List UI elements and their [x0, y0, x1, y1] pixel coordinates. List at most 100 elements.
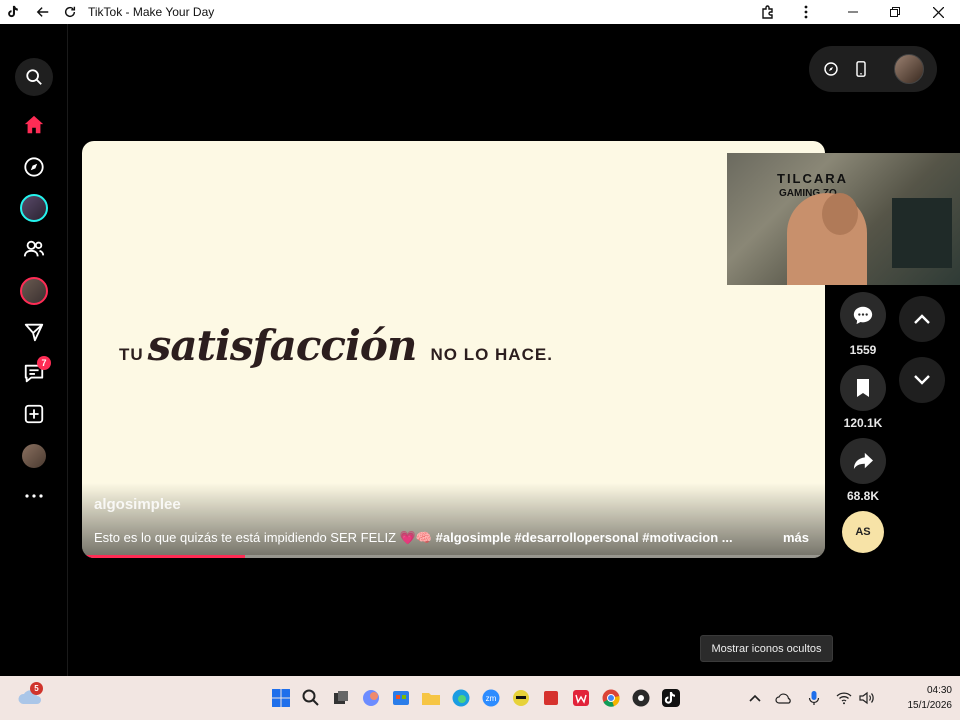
volume-button[interactable]: [855, 686, 879, 710]
microphone-icon: [808, 691, 820, 705]
headline-prefix: TU: [119, 345, 144, 364]
compass-icon: [24, 157, 44, 177]
game-app-icon[interactable]: [511, 688, 531, 708]
music-disc[interactable]: AS: [842, 511, 884, 553]
clock-date: 15/1/2026: [907, 700, 953, 711]
minimize-button[interactable]: [843, 2, 863, 22]
window-titlebar: TikTok - Make Your Day: [0, 0, 960, 24]
sidebar: 7: [0, 24, 68, 676]
reload-icon: [64, 6, 76, 18]
tiktok-app: 7 TU satisfacción NO LO HACE. algosimple…: [0, 24, 960, 676]
phone-icon: [856, 61, 866, 77]
send-icon: [24, 323, 44, 342]
wifi-button[interactable]: [832, 686, 856, 710]
user-avatar[interactable]: [894, 54, 924, 84]
sidebar-item-inbox[interactable]: 7: [17, 356, 51, 390]
next-video-button[interactable]: [899, 357, 945, 403]
friends-icon: [23, 240, 45, 257]
video-player[interactable]: TU satisfacción NO LO HACE. algosimplee …: [82, 141, 825, 558]
close-button[interactable]: [928, 2, 948, 22]
comment-icon: [853, 306, 873, 325]
tiktok-logo-icon: [8, 5, 18, 18]
close-icon: [932, 6, 944, 18]
share-count: 68.8K: [846, 489, 880, 503]
show-hidden-icons-button[interactable]: [743, 686, 767, 710]
weather-badge: 5: [30, 682, 43, 695]
top-controls: [809, 46, 937, 92]
live-avatar: [20, 277, 48, 305]
clock-time: 04:30: [926, 685, 952, 696]
tiktok-taskbar-icon[interactable]: [661, 688, 681, 708]
zoom-icon[interactable]: zm: [481, 688, 501, 708]
taskbar-search-icon[interactable]: [301, 688, 321, 708]
sidebar-item-friends[interactable]: [17, 232, 51, 266]
following-avatar: [20, 194, 48, 222]
more-dots-icon: [25, 494, 43, 498]
arrow-left-icon: [36, 7, 49, 17]
file-explorer-icon[interactable]: [421, 688, 441, 708]
maximize-button[interactable]: [885, 2, 905, 22]
comment-button[interactable]: [840, 292, 886, 338]
get-app-button[interactable]: [851, 59, 871, 79]
onedrive-button[interactable]: [772, 686, 796, 710]
sidebar-item-explore[interactable]: [17, 150, 51, 184]
home-icon: [24, 115, 44, 134]
search-icon: [26, 69, 42, 85]
minimize-icon: [848, 11, 858, 13]
webcam-overlay: TILCARA GAMING ZO: [727, 153, 960, 285]
save-count: 120.1K: [843, 416, 883, 430]
video-caption: Esto es lo que quizás te está impidiendo…: [94, 530, 744, 546]
sidebar-item-upload[interactable]: [17, 397, 51, 431]
wps-icon[interactable]: [571, 688, 591, 708]
wifi-icon: [836, 692, 852, 705]
video-username[interactable]: algosimplee: [94, 496, 181, 513]
kebab-icon: [804, 5, 808, 19]
plus-square-icon: [24, 404, 44, 424]
webcam-wall-text: TILCARA: [777, 171, 849, 186]
svg-text:zm: zm: [486, 694, 497, 703]
app-red-icon[interactable]: [541, 688, 561, 708]
webcam-shelf: [892, 198, 952, 268]
chrome-icon[interactable]: [601, 688, 621, 708]
coins-button[interactable]: [821, 59, 841, 79]
sidebar-item-profile[interactable]: [17, 439, 51, 473]
search-button[interactable]: [15, 58, 53, 96]
previous-video-button[interactable]: [899, 296, 945, 342]
caption-gradient: [82, 483, 825, 558]
edge-icon[interactable]: [451, 688, 471, 708]
puzzle-icon: [762, 5, 773, 19]
cloud-icon: [775, 693, 791, 704]
compass-coin-icon: [824, 62, 838, 76]
extensions-button[interactable]: [758, 2, 778, 22]
caption-emoji: 💗🧠: [399, 530, 433, 545]
sidebar-item-home[interactable]: [17, 108, 51, 142]
sidebar-item-following[interactable]: [17, 191, 51, 225]
sidebar-item-live[interactable]: [17, 274, 51, 308]
sidebar-item-messages-send[interactable]: [17, 315, 51, 349]
microphone-button[interactable]: [802, 686, 826, 710]
caption-more-link[interactable]: más: [783, 530, 809, 545]
store-icon[interactable]: [391, 688, 411, 708]
window-title: TikTok - Make Your Day: [88, 5, 215, 19]
sidebar-item-more[interactable]: [17, 479, 51, 513]
obs-icon[interactable]: [631, 688, 651, 708]
chevron-up-icon: [914, 314, 930, 324]
share-button[interactable]: [840, 438, 886, 484]
webcam-person-head: [822, 193, 858, 235]
chevron-up-icon: [749, 694, 761, 702]
taskbar: 5 zm 04:30 15/1/2026: [0, 676, 960, 720]
restore-icon: [890, 7, 900, 17]
caption-text: Esto es lo que quizás te está impidiendo…: [94, 530, 397, 545]
menu-button[interactable]: [796, 2, 816, 22]
inbox-badge: 7: [37, 356, 51, 370]
task-view-icon[interactable]: [331, 688, 351, 708]
video-headline: TU satisfacción NO LO HACE.: [119, 321, 553, 370]
back-button[interactable]: [33, 2, 53, 22]
save-button[interactable]: [840, 365, 886, 411]
windows-start-icon[interactable]: [271, 688, 291, 708]
caption-hashtags[interactable]: #algosimple #desarrollopersonal #motivac…: [436, 530, 733, 545]
system-clock[interactable]: 04:30 15/1/2026: [880, 683, 953, 713]
reload-button[interactable]: [60, 2, 80, 22]
chevron-down-icon: [914, 375, 930, 385]
copilot-icon[interactable]: [361, 688, 381, 708]
